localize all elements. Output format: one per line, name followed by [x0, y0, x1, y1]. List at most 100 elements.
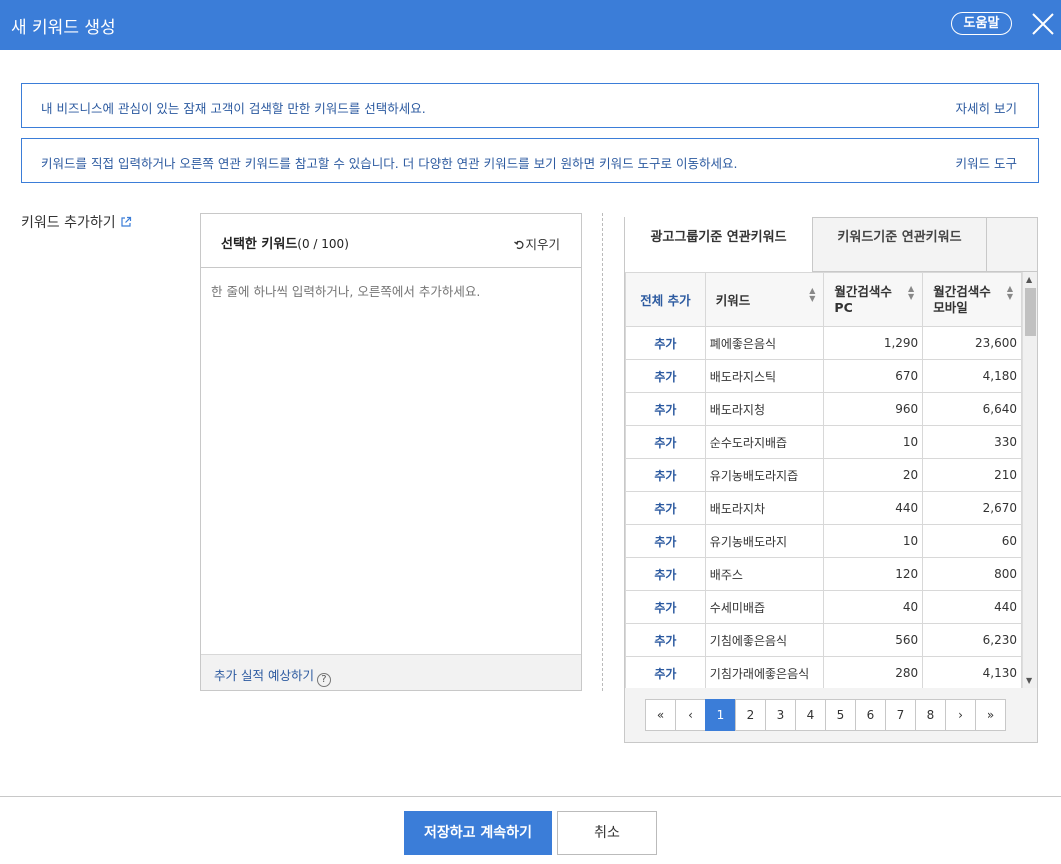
add-keyword-button[interactable]: 추가 [625, 623, 706, 657]
table-row: 추가 유기농배도라지즙 20 210 [625, 458, 1022, 492]
save-continue-button[interactable]: 저장하고 계속하기 [404, 811, 552, 855]
add-keyword-button[interactable]: 추가 [625, 425, 706, 459]
external-link-icon[interactable] [120, 216, 132, 232]
mobile-search-cell: 2,670 [922, 491, 1022, 525]
table-header-row: 전체 추가 키워드 ▲ ▼ 월간검색수 PC ▲ ▼ 월간검색수모바일 ▲ ▼ [625, 272, 1022, 327]
cancel-button[interactable]: 취소 [557, 811, 657, 855]
pc-header-line1: 월간검색수 [834, 283, 892, 299]
table-row: 추가 유기농배도라지 10 60 [625, 524, 1022, 558]
page-button[interactable]: 4 [795, 699, 826, 731]
page-button[interactable]: 1 [705, 699, 736, 731]
help-button[interactable]: 도움말 [951, 12, 1012, 35]
clear-button[interactable]: 지우기 [514, 234, 560, 253]
question-icon[interactable]: ? [316, 673, 331, 687]
keyword-cell: 기침에좋은음식 [704, 623, 825, 657]
page-last-button[interactable]: » [975, 699, 1006, 731]
table-scrollbar[interactable]: ▲ ▼ [1022, 272, 1037, 688]
info-box-intro: 내 비즈니스에 관심이 있는 잠재 고객이 검색할 만한 키워드를 선택하세요.… [21, 83, 1039, 128]
selected-count: (0 / 100) [297, 237, 349, 251]
footer-divider [0, 796, 1061, 797]
scroll-thumb[interactable] [1025, 288, 1036, 336]
related-tabs: 광고그룹기준 연관키워드 키워드기준 연관키워드 [625, 217, 1037, 272]
page-button[interactable]: 2 [735, 699, 766, 731]
table-row: 추가 배도라지청 960 6,640 [625, 392, 1022, 426]
tab-adgroup-related[interactable]: 광고그룹기준 연관키워드 [625, 217, 813, 272]
sort-icon[interactable]: ▲ ▼ [908, 285, 914, 301]
sort-icon[interactable]: ▲ ▼ [1007, 285, 1013, 301]
sort-icon[interactable]: ▲ ▼ [809, 287, 815, 303]
mobile-column-header[interactable]: 월간검색수 모바일 ▲ ▼ [922, 272, 1022, 327]
selected-title-text: 선택한 키워드 [221, 237, 298, 252]
keyword-cell: 폐에좋은음식 [704, 326, 825, 360]
table-row: 추가 수세미배즙 40 440 [625, 590, 1022, 624]
section-label: 키워드 추가하기 [21, 212, 132, 232]
pc-search-cell: 10 [823, 425, 924, 459]
forecast-bar: 추가 실적 예상하기? [201, 654, 581, 690]
keyword-input[interactable] [201, 268, 581, 654]
info-box-tool: 키워드를 직접 입력하거나 오른쪽 연관 키워드를 참고할 수 있습니다. 더 … [21, 138, 1039, 183]
mobile-search-cell: 4,180 [922, 359, 1022, 393]
keyword-cell: 유기농배도라지즙 [704, 458, 825, 492]
mobile-search-cell: 440 [922, 590, 1022, 624]
reset-icon [514, 240, 525, 250]
page-button[interactable]: 6 [855, 699, 886, 731]
add-keyword-button[interactable]: 추가 [625, 326, 706, 360]
add-keyword-button[interactable]: 추가 [625, 656, 706, 688]
pc-search-cell: 40 [823, 590, 924, 624]
selected-keywords-panel: 선택한 키워드(0 / 100) 지우기 추가 실적 예상하기? [200, 213, 582, 691]
keyword-cell: 배도라지스틱 [704, 359, 825, 393]
info-message: 내 비즈니스에 관심이 있는 잠재 고객이 검색할 만한 키워드를 선택하세요. [41, 101, 426, 116]
dialog-header: 새 키워드 생성 도움말 [0, 0, 1061, 50]
selected-keywords-header: 선택한 키워드(0 / 100) 지우기 [201, 214, 581, 268]
page-button[interactable]: 3 [765, 699, 796, 731]
table-row: 추가 기침가래에좋은음식 280 4,130 [625, 656, 1022, 688]
scroll-up-icon[interactable]: ▲ [1026, 275, 1032, 284]
pc-search-cell: 440 [823, 491, 924, 525]
page-button[interactable]: 8 [915, 699, 946, 731]
keyword-header-label: 키워드 [715, 293, 751, 308]
page-next-button[interactable]: › [945, 699, 976, 731]
add-keyword-button[interactable]: 추가 [625, 524, 706, 558]
pc-search-cell: 960 [823, 392, 924, 426]
forecast-link[interactable]: 추가 실적 예상하기? [214, 665, 331, 687]
forecast-label: 추가 실적 예상하기 [214, 668, 314, 683]
page-prev-button[interactable]: ‹ [675, 699, 706, 731]
learn-more-link[interactable]: 자세히 보기 [956, 98, 1017, 117]
scroll-down-icon[interactable]: ▼ [1026, 676, 1032, 685]
page-button[interactable]: 7 [885, 699, 916, 731]
table-row: 추가 순수도라지배즙 10 330 [625, 425, 1022, 459]
add-keyword-button[interactable]: 추가 [625, 359, 706, 393]
add-all-button[interactable]: 전체 추가 [625, 272, 706, 327]
pc-header-line2: PC [834, 299, 853, 315]
pc-search-cell: 120 [823, 557, 924, 591]
keyword-column-header[interactable]: 키워드 ▲ ▼ [704, 272, 825, 327]
mobile-search-cell: 60 [922, 524, 1022, 558]
add-keyword-button[interactable]: 추가 [625, 491, 706, 525]
mobile-search-cell: 23,600 [922, 326, 1022, 360]
dialog-title: 새 키워드 생성 [11, 18, 116, 38]
pc-column-header[interactable]: 월간검색수 PC ▲ ▼ [823, 272, 924, 327]
page-button[interactable]: 5 [825, 699, 856, 731]
pagination: «‹ 1 2 3 4 5 6 7 8 ›» [645, 699, 1006, 731]
add-keyword-button[interactable]: 추가 [625, 458, 706, 492]
page-first-button[interactable]: « [645, 699, 676, 731]
mobile-search-cell: 6,640 [922, 392, 1022, 426]
keyword-cell: 배도라지차 [704, 491, 825, 525]
table-row: 추가 폐에좋은음식 1,290 23,600 [625, 326, 1022, 360]
pc-search-cell: 280 [823, 656, 924, 688]
add-keyword-button[interactable]: 추가 [625, 392, 706, 426]
clear-label: 지우기 [525, 237, 560, 252]
pc-search-cell: 20 [823, 458, 924, 492]
mobile-search-cell: 6,230 [922, 623, 1022, 657]
panel-divider [602, 213, 603, 691]
keyword-tool-link[interactable]: 키워드 도구 [956, 153, 1017, 172]
keyword-cell: 유기농배도라지 [704, 524, 825, 558]
tab-keyword-related[interactable]: 키워드기준 연관키워드 [813, 217, 987, 271]
close-icon[interactable] [1030, 11, 1056, 37]
related-keywords-panel: 광고그룹기준 연관키워드 키워드기준 연관키워드 전체 추가 키워드 ▲ ▼ 월간검… [624, 217, 1038, 743]
mobile-header-line2: 모바일 [933, 299, 968, 315]
add-keyword-button[interactable]: 추가 [625, 557, 706, 591]
add-keyword-button[interactable]: 추가 [625, 590, 706, 624]
mobile-search-cell: 210 [922, 458, 1022, 492]
keyword-cell: 기침가래에좋은음식 [704, 656, 825, 688]
